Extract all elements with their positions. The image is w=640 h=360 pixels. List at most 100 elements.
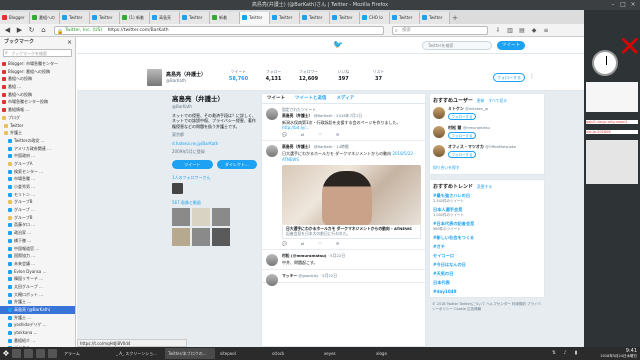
browser-tab[interactable]: Twitter	[420, 12, 450, 24]
tweet-link[interactable]: http://bit.ly/...	[282, 125, 309, 130]
tweet-author[interactable]: 村松 (@mmuramatsu)	[282, 253, 327, 258]
bookmark-item[interactable]: 高島亮 (@BarKath)	[0, 306, 75, 314]
trend-item[interactable]: #天気の日	[433, 271, 541, 277]
follow-user-button[interactable]: フォローする	[448, 113, 476, 120]
avatar[interactable]	[266, 254, 278, 267]
follow-user-button[interactable]: フォローする	[448, 132, 476, 139]
message-icon[interactable]: ✉	[336, 241, 339, 246]
desktop-window[interactable]	[586, 82, 638, 112]
bookmark-item[interactable]: 弁護士	[0, 129, 75, 137]
avatar[interactable]	[433, 126, 445, 138]
stat-4[interactable]: リスト 37	[365, 69, 392, 82]
library-icon[interactable]: ▥	[506, 26, 514, 35]
stat-2[interactable]: フォロワー 12,609	[295, 69, 322, 82]
bookmark-item[interactable]: 小倉秀男 ...	[0, 183, 75, 191]
media-thumbnail[interactable]	[212, 208, 230, 227]
url-bar[interactable]: 🔒 Twitter, Inc. (US) https://twitter.com…	[54, 26, 384, 35]
taskbar-task[interactable]: Twitter/本ブロクの...	[165, 348, 215, 359]
bookmark-item[interactable]: Twitterの政党 ...	[0, 137, 75, 145]
bookmark-item[interactable]: 未来会議 ...	[0, 260, 75, 268]
stat-3[interactable]: いいね 397	[330, 69, 357, 82]
stat-1[interactable]: フォロー 4,131	[260, 69, 287, 82]
avatar[interactable]	[433, 145, 445, 157]
trend-item[interactable]: #最も強さハレの日 2,542件のツイート	[433, 193, 541, 204]
bookmark-item[interactable]: グループB	[0, 214, 75, 222]
bookmark-item[interactable]: モリトン ...	[0, 191, 75, 199]
back-button[interactable]: ◀	[3, 26, 12, 35]
terminal-icon[interactable]	[12, 349, 21, 358]
bookmark-item[interactable]: 番組への投稿	[0, 75, 75, 83]
extension-icon[interactable]: ◆	[530, 26, 538, 35]
media-thumbnail[interactable]	[192, 208, 210, 227]
refresh-link[interactable]: 更新	[477, 98, 485, 103]
profile-name-small[interactable]: 高島亮（弁護士）	[166, 71, 206, 78]
tab-tweets[interactable]: ツイート	[262, 94, 290, 103]
avatar[interactable]	[172, 183, 183, 195]
bookmark-item[interactable]: Blogger: 市場急騰センター	[0, 60, 75, 68]
tweet-author[interactable]: 高島亮（弁護士）	[282, 113, 312, 118]
bookmark-item[interactable]: 大槻ロボット ...	[0, 291, 75, 299]
bookmark-search-input[interactable]: ⌕ ブックマークを検索	[3, 49, 72, 57]
bookmark-item[interactable]: 斎藤タロ ...	[0, 221, 75, 229]
taskbar-task[interactable]: xeyes	[321, 348, 371, 359]
files-icon[interactable]	[24, 349, 33, 358]
bookmark-item[interactable]: yoshidaデリゲ ...	[0, 321, 75, 329]
bookmark-item[interactable]: 韓国リサーチ ...	[0, 275, 75, 283]
bookmark-item[interactable]: 太田グループ ...	[0, 283, 75, 291]
bookmark-item[interactable]: ブログ	[0, 114, 75, 122]
editor-icon[interactable]	[48, 349, 57, 358]
footer[interactable]: © 2018 Twitter Twitterについて ヘルプセンター 利用規約 …	[429, 302, 545, 311]
browser-tab[interactable]: Twitter	[390, 12, 420, 24]
link-card[interactable]: 日大選手にわかるホールカモ ダークマネジメントからの動向 - ATNEWS 記者…	[282, 224, 421, 240]
followers-you-know[interactable]: 1人のフォロワーさん	[172, 175, 257, 181]
trend-item[interactable]: #日本代表の記者会見 980件のツイート	[433, 221, 541, 232]
bookmark-item[interactable]: グループ ...	[0, 206, 75, 214]
minimize-button[interactable]: –	[610, 2, 616, 8]
browser-tab[interactable]: Blogger	[0, 12, 30, 24]
reload-button[interactable]: ↻	[27, 26, 36, 35]
twitter-search-input[interactable]: Twitterを検索	[422, 41, 492, 50]
follow-user-button[interactable]: フォローする	[448, 151, 476, 158]
tweet-to-button[interactable]: ツイート	[172, 160, 213, 170]
view-all-link[interactable]: すべて見る	[489, 98, 508, 103]
bookmark-item[interactable]: 中国政府 ...	[0, 152, 75, 160]
trend-item[interactable]: #day1049	[433, 289, 541, 294]
browser-tab[interactable]: 新着	[210, 12, 240, 24]
bookmark-item[interactable]: 弁護士 ...	[0, 298, 75, 306]
browser-search-input[interactable]: ⌕ 検索	[392, 26, 488, 35]
home-button[interactable]: ⌂	[39, 26, 48, 35]
retweet-icon[interactable]: ⇄	[301, 132, 304, 137]
tweet-author[interactable]: マッキー	[282, 273, 297, 278]
find-friends-link[interactable]: 知り合いを探す	[433, 165, 541, 171]
download-icon[interactable]: ⇩	[494, 26, 502, 35]
trend-item[interactable]: #ガチ	[433, 244, 541, 250]
bookmark-item[interactable]: 橋下徹 ...	[0, 237, 75, 245]
browser-tab[interactable]: Twitter	[330, 12, 360, 24]
maximize-button[interactable]: □	[620, 2, 626, 8]
bookmark-item[interactable]: 政治家 ...	[0, 229, 75, 237]
bookmark-item[interactable]: 中国報道官 ...	[0, 245, 75, 253]
browser-tab-active[interactable]: Twitter	[240, 12, 270, 24]
taskbar-task[interactable]: sclock	[269, 348, 319, 359]
browser-tab[interactable]: (1) 新着	[120, 12, 150, 24]
bookmark-item[interactable]: 市場急騰センター投稿	[0, 98, 75, 106]
reply-icon[interactable]: 💬	[282, 241, 287, 246]
browser-icon[interactable]	[36, 349, 45, 358]
bookmark-item[interactable]: グループA	[0, 160, 75, 168]
browser-tab[interactable]: 高島亮	[150, 12, 180, 24]
new-tab-button[interactable]: +	[450, 12, 460, 24]
tweet[interactable]: 固定されたツイート 高島亮（弁護士） @BarKath · 2016年7月1日 …	[262, 104, 425, 142]
stat-0[interactable]: ツイート 58,760	[225, 69, 252, 82]
like-icon[interactable]: ♡	[318, 241, 322, 246]
change-trends-link[interactable]: 変更する	[477, 184, 492, 189]
browser-tab[interactable]: Twitter	[60, 12, 90, 24]
bookmark-item[interactable]: アメリカ政府関連 ...	[0, 145, 75, 153]
profile-url[interactable]: d.hatena.ne.jp/BarKath	[172, 141, 257, 146]
suggested-user[interactable]: オフィス・マツオカ @OfficeMatsuoka フォローする	[433, 144, 541, 163]
bookmark-item[interactable]: 市場急騰 ...	[0, 175, 75, 183]
volume-icon[interactable]: ♪	[561, 349, 569, 357]
avatar[interactable]	[433, 107, 445, 119]
avatar[interactable]	[147, 69, 162, 86]
bookmark-item[interactable]: Twitter	[0, 122, 75, 130]
media-thumbnail[interactable]	[172, 228, 190, 247]
